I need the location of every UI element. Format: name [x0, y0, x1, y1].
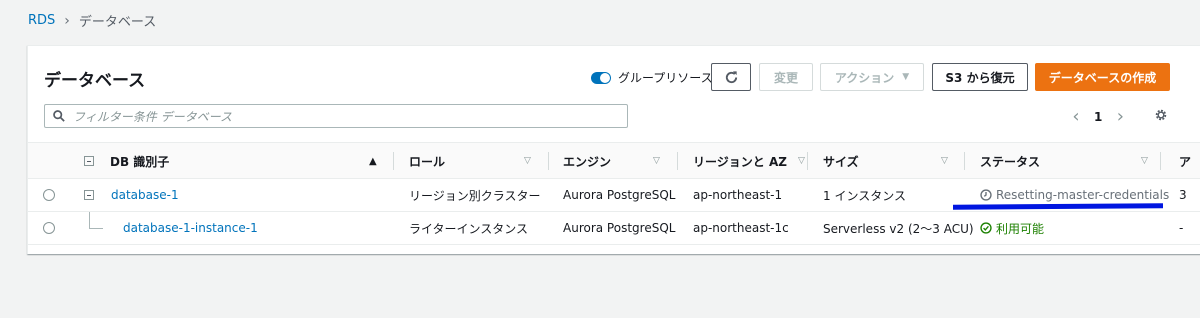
toggle-switch[interactable] [591, 71, 611, 84]
overflow-cell: - [1179, 221, 1184, 235]
role-cell: ライターインスタンス [409, 221, 529, 236]
clock-icon [980, 189, 992, 201]
toggle-label: グループリソース [618, 71, 713, 85]
sort-icon: ▽ [1141, 156, 1148, 166]
modify-button[interactable]: 変更 [759, 63, 813, 91]
header-region-label: リージョンと AZ [693, 154, 787, 169]
panel-title: データベース [44, 71, 146, 91]
header-status-label: ステータス [980, 154, 1041, 169]
header-region[interactable]: リージョンと AZ ▽ [693, 143, 813, 179]
role-cell: リージョン別クラスター [409, 188, 541, 203]
chevron-right-icon[interactable]: › [1112, 106, 1128, 127]
pagination: ‹ 1 › [1068, 106, 1128, 127]
actions-label: アクション [834, 70, 895, 85]
header-db-id[interactable]: DB 識別子 ▲ [110, 143, 385, 179]
size-cell: Serverless v2 (2〜3 ACU) [823, 221, 974, 236]
region-cell: ap-northeast-1 [693, 188, 783, 202]
sort-icon: ▽ [653, 156, 660, 166]
status-cell: 利用可能 [980, 212, 1044, 244]
chevron-left-icon[interactable]: ‹ [1068, 106, 1084, 127]
actions-button[interactable]: アクション ▼ [820, 63, 924, 91]
db-identifier-link[interactable]: database-1 [111, 179, 179, 211]
search-icon [53, 110, 65, 122]
select-all-checkbox[interactable] [84, 143, 94, 179]
search-placeholder: フィルター条件 データベース [73, 109, 232, 124]
header-role[interactable]: ロール ▽ [409, 143, 537, 179]
region-cell: ap-northeast-1c [693, 221, 789, 235]
table-row[interactable]: database-1-instance-1 ライターインスタンス Aurora … [28, 212, 1200, 245]
column-separator [548, 152, 549, 170]
breadcrumb: RDS › データベース [28, 11, 157, 31]
filter-search-input[interactable]: フィルター条件 データベース [44, 104, 628, 128]
column-separator [1160, 152, 1161, 170]
create-database-button[interactable]: データベースの作成 [1035, 63, 1170, 91]
restore-from-s3-button[interactable]: S3 から復元 [932, 63, 1028, 91]
tree-connector [89, 212, 103, 229]
caret-down-icon: ▼ [902, 72, 910, 82]
sort-icon: ▽ [941, 156, 948, 166]
refresh-icon [725, 70, 737, 83]
header-engine[interactable]: エンジン ▽ [563, 143, 673, 179]
header-status[interactable]: ステータス ▽ [980, 143, 1160, 179]
header-overflow[interactable]: ア [1179, 143, 1191, 179]
breadcrumb-rds-link[interactable]: RDS [28, 13, 55, 28]
column-separator [393, 152, 394, 170]
header-size[interactable]: サイズ ▽ [823, 143, 963, 179]
breadcrumb-current: データベース [78, 15, 157, 30]
engine-cell: Aurora PostgreSQL [563, 221, 676, 235]
header-role-label: ロール [409, 154, 446, 169]
gear-icon[interactable] [1154, 108, 1168, 122]
toggle-knob [600, 72, 610, 83]
chevron-right-icon: › [64, 12, 70, 29]
sort-icon: ▽ [524, 156, 531, 166]
collapse-all-icon [84, 156, 94, 166]
sort-desc-icon: ▲ [369, 155, 377, 167]
radio-button[interactable] [43, 189, 55, 201]
refresh-button[interactable] [711, 63, 751, 91]
row-radio[interactable] [43, 212, 55, 244]
status-text: Resetting-master-credentials [996, 188, 1170, 202]
size-cell: 1 インスタンス [823, 188, 906, 203]
row-expander[interactable] [84, 179, 94, 211]
databases-panel: データベース グループリソース 変更 アクション ▼ S3 から復元 データベー… [27, 45, 1200, 254]
radio-button[interactable] [43, 222, 55, 234]
column-separator [964, 152, 965, 170]
header-engine-label: エンジン [563, 154, 612, 169]
engine-cell: Aurora PostgreSQL [563, 188, 676, 202]
overflow-cell: 3 [1179, 188, 1187, 202]
header-size-label: サイズ [823, 154, 859, 169]
row-radio[interactable] [43, 179, 55, 211]
header-db-id-label: DB 識別子 [110, 154, 170, 169]
column-separator [807, 152, 808, 170]
table-header: DB 識別子 ▲ ロール ▽ エンジン ▽ リージョンと AZ ▽ サイズ ▽ [28, 142, 1200, 179]
db-identifier-link[interactable]: database-1-instance-1 [123, 212, 258, 244]
check-circle-icon [980, 222, 992, 234]
page-number[interactable]: 1 [1094, 110, 1102, 124]
collapse-icon [84, 190, 94, 200]
status-text: 利用可能 [996, 221, 1045, 236]
column-separator [677, 152, 678, 170]
sort-icon: ▽ [798, 156, 805, 166]
group-resources-toggle[interactable]: グループリソース [591, 69, 713, 86]
